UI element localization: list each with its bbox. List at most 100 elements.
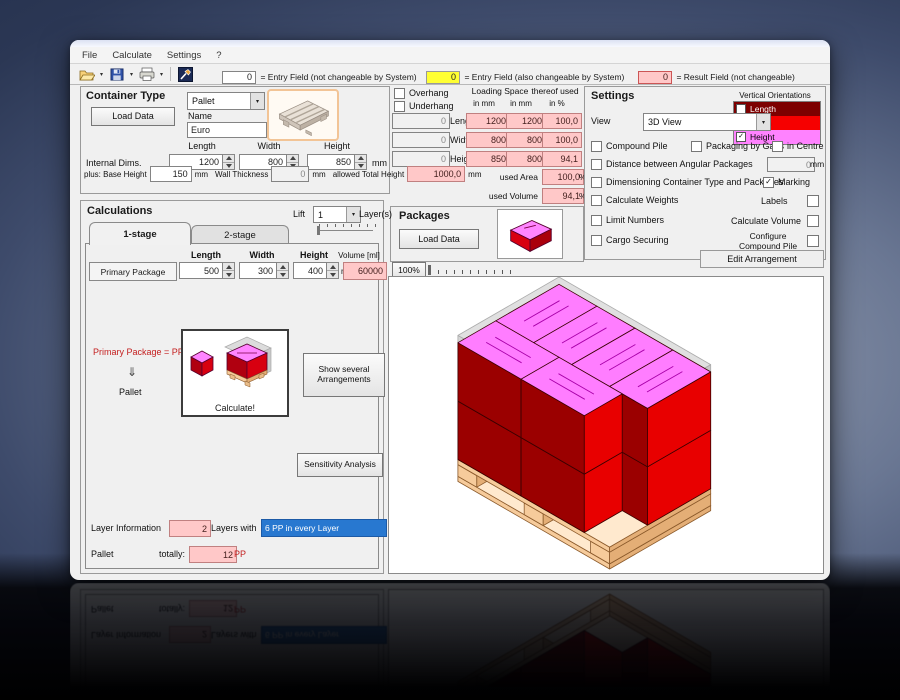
primary-package-box[interactable]: Primary Package [89,262,177,281]
pp-unit-label: PP [234,549,247,559]
in-centre-checkbox[interactable]: in Centre [772,141,824,152]
loading-width-mm: 800 [466,132,510,148]
tab-1-stage[interactable]: 1-stage [89,222,191,245]
pp-height-value[interactable]: 400 [293,262,327,279]
legend-entry-sample: 0 [222,70,256,84]
distance-checkbox[interactable]: Distance between Angular Packages [591,159,753,170]
lift-slider-track[interactable] [319,230,373,231]
checkbox-icon[interactable] [591,195,602,206]
base-height-field[interactable]: 150 [149,166,192,182]
pp-length-value[interactable]: 500 [179,262,223,279]
totally-label: totally: [159,549,186,559]
overhang-length-field[interactable]: 0 [392,113,450,129]
cargo-securing-checkbox[interactable]: Cargo Securing [591,235,669,246]
packages-title: Packages [399,210,450,222]
stepper-arrows[interactable] [327,262,339,279]
calculate-weights-label: Calculate Weights [606,195,679,205]
pp-length-stepper[interactable]: 500 [179,262,235,279]
packages-load-data-button[interactable]: Load Data [399,229,479,249]
overhang-height-field[interactable]: 0 [392,151,450,167]
lift-slider-thumb[interactable] [317,226,320,235]
menu-help[interactable]: ? [216,50,221,61]
calculate-volume-checkbox[interactable] [807,215,819,227]
tools-icon [178,66,193,82]
checkbox-icon[interactable] [394,88,405,99]
lift-select[interactable]: 1 ▾ [313,206,361,223]
layer-description-field[interactable]: 6 PP in every Layer [261,519,387,537]
labels-checkbox[interactable] [807,195,819,207]
print-dropdown[interactable]: ▾ [157,66,166,82]
checkbox-icon[interactable] [591,177,602,188]
checkbox-icon[interactable] [591,159,602,170]
tab-2-stage[interactable]: 2-stage [191,225,289,245]
overhang-checkbox[interactable]: Overhang [394,88,449,99]
dimensioning-checkbox[interactable]: Dimensioning Container Type and Packages [591,177,783,188]
distance-field[interactable]: 0 [767,157,815,172]
legend-result-field: 0 = Result Field (not changeable) [638,67,795,85]
checkbox-icon[interactable] [591,235,602,246]
packaging-by-gaps-checkbox[interactable]: Packaging by Gaps [691,141,784,152]
chevron-down-icon[interactable]: ▾ [250,93,264,109]
view-value: 3D View [648,117,682,127]
lift-label: Lift [293,209,306,219]
container-type-select[interactable]: Pallet ▾ [187,92,265,110]
stepper-arrows[interactable] [277,262,289,279]
legend-system-field: 0 = Entry Field (also changeable by Syst… [426,67,624,85]
chevron-down-icon[interactable]: ▾ [756,114,770,130]
loading-height-mm: 850 [466,151,510,167]
view-3d-pane[interactable] [388,276,824,574]
stepper-arrows[interactable] [223,262,235,279]
configure-line1: Configure [749,231,787,241]
zoom-slider-thumb[interactable] [428,265,431,275]
marking-checkbox[interactable]: Marking [763,177,810,188]
edit-arrangement-button[interactable]: Edit Arrangement [700,250,824,268]
print-button[interactable] [136,65,157,83]
limit-numbers-checkbox[interactable]: Limit Numbers [591,215,664,226]
overhang-width-field[interactable]: 0 [392,132,450,148]
underhang-checkbox[interactable]: Underhang [394,101,454,112]
layer-information-label: Layer Information [91,523,162,533]
used-width-pct: 100,0 [542,132,582,148]
pp-height-stepper[interactable]: 400 [293,262,339,279]
checkbox-icon[interactable] [772,141,783,152]
checkbox-icon[interactable] [591,141,602,152]
pp-width-stepper[interactable]: 300 [239,262,289,279]
menu-file[interactable]: File [82,50,97,61]
open-dropdown[interactable]: ▾ [97,66,106,82]
save-button[interactable] [106,65,127,83]
container-width-header: Width [257,141,281,151]
lift-slider-ticks [319,224,379,227]
view-select[interactable]: 3D View ▾ [643,113,771,131]
checkbox-checked-icon[interactable] [763,177,774,188]
used-area-field: 100,0 [542,169,584,185]
container-name-input[interactable]: Euro [187,122,267,138]
used-volume-field: 94,1 [542,188,584,204]
show-several-arrangements-button[interactable]: Show several Arrangements [303,353,385,397]
checkbox-icon[interactable] [394,101,405,112]
compound-pile-checkbox[interactable]: Compound Pile [591,141,668,152]
wall-thickness-field[interactable]: 0 [271,166,310,182]
window-reflection: File Calculate Settings ? ▾ ▾ ▾ 0 = Entr… [70,583,830,700]
menu-settings[interactable]: Settings [167,50,201,61]
pallet-thumbnail-icon [278,100,330,136]
calculate-weights-checkbox[interactable]: Calculate Weights [591,195,678,206]
sensitivity-analysis-button[interactable]: Sensitivity Analysis [297,453,383,477]
save-dropdown[interactable]: ▾ [127,66,136,82]
configuration-button[interactable] [175,65,196,83]
menu-calculate[interactable]: Calculate [112,50,152,61]
configure-compound-pile-checkbox[interactable] [807,235,819,247]
legend-entry-field: 0 = Entry Field (not changeable by Syste… [222,67,417,85]
pp-width-header: Width [249,250,275,260]
checkbox-icon[interactable] [591,215,602,226]
overhang-label: Overhang [409,88,449,98]
container-load-data-button[interactable]: Load Data [91,107,175,126]
calculate-button[interactable]: Calculate! [181,329,289,417]
in-pct-subheader: in % [549,99,565,108]
chevron-down-icon[interactable]: ▾ [346,207,360,222]
dimensioning-label: Dimensioning Container Type and Packages [606,177,784,187]
pp-width-value[interactable]: 300 [239,262,277,279]
checkbox-icon[interactable] [691,141,702,152]
compound-pile-label: Compound Pile [606,141,668,151]
open-button[interactable] [76,65,97,83]
loading-length-mm: 1200 [466,113,510,129]
